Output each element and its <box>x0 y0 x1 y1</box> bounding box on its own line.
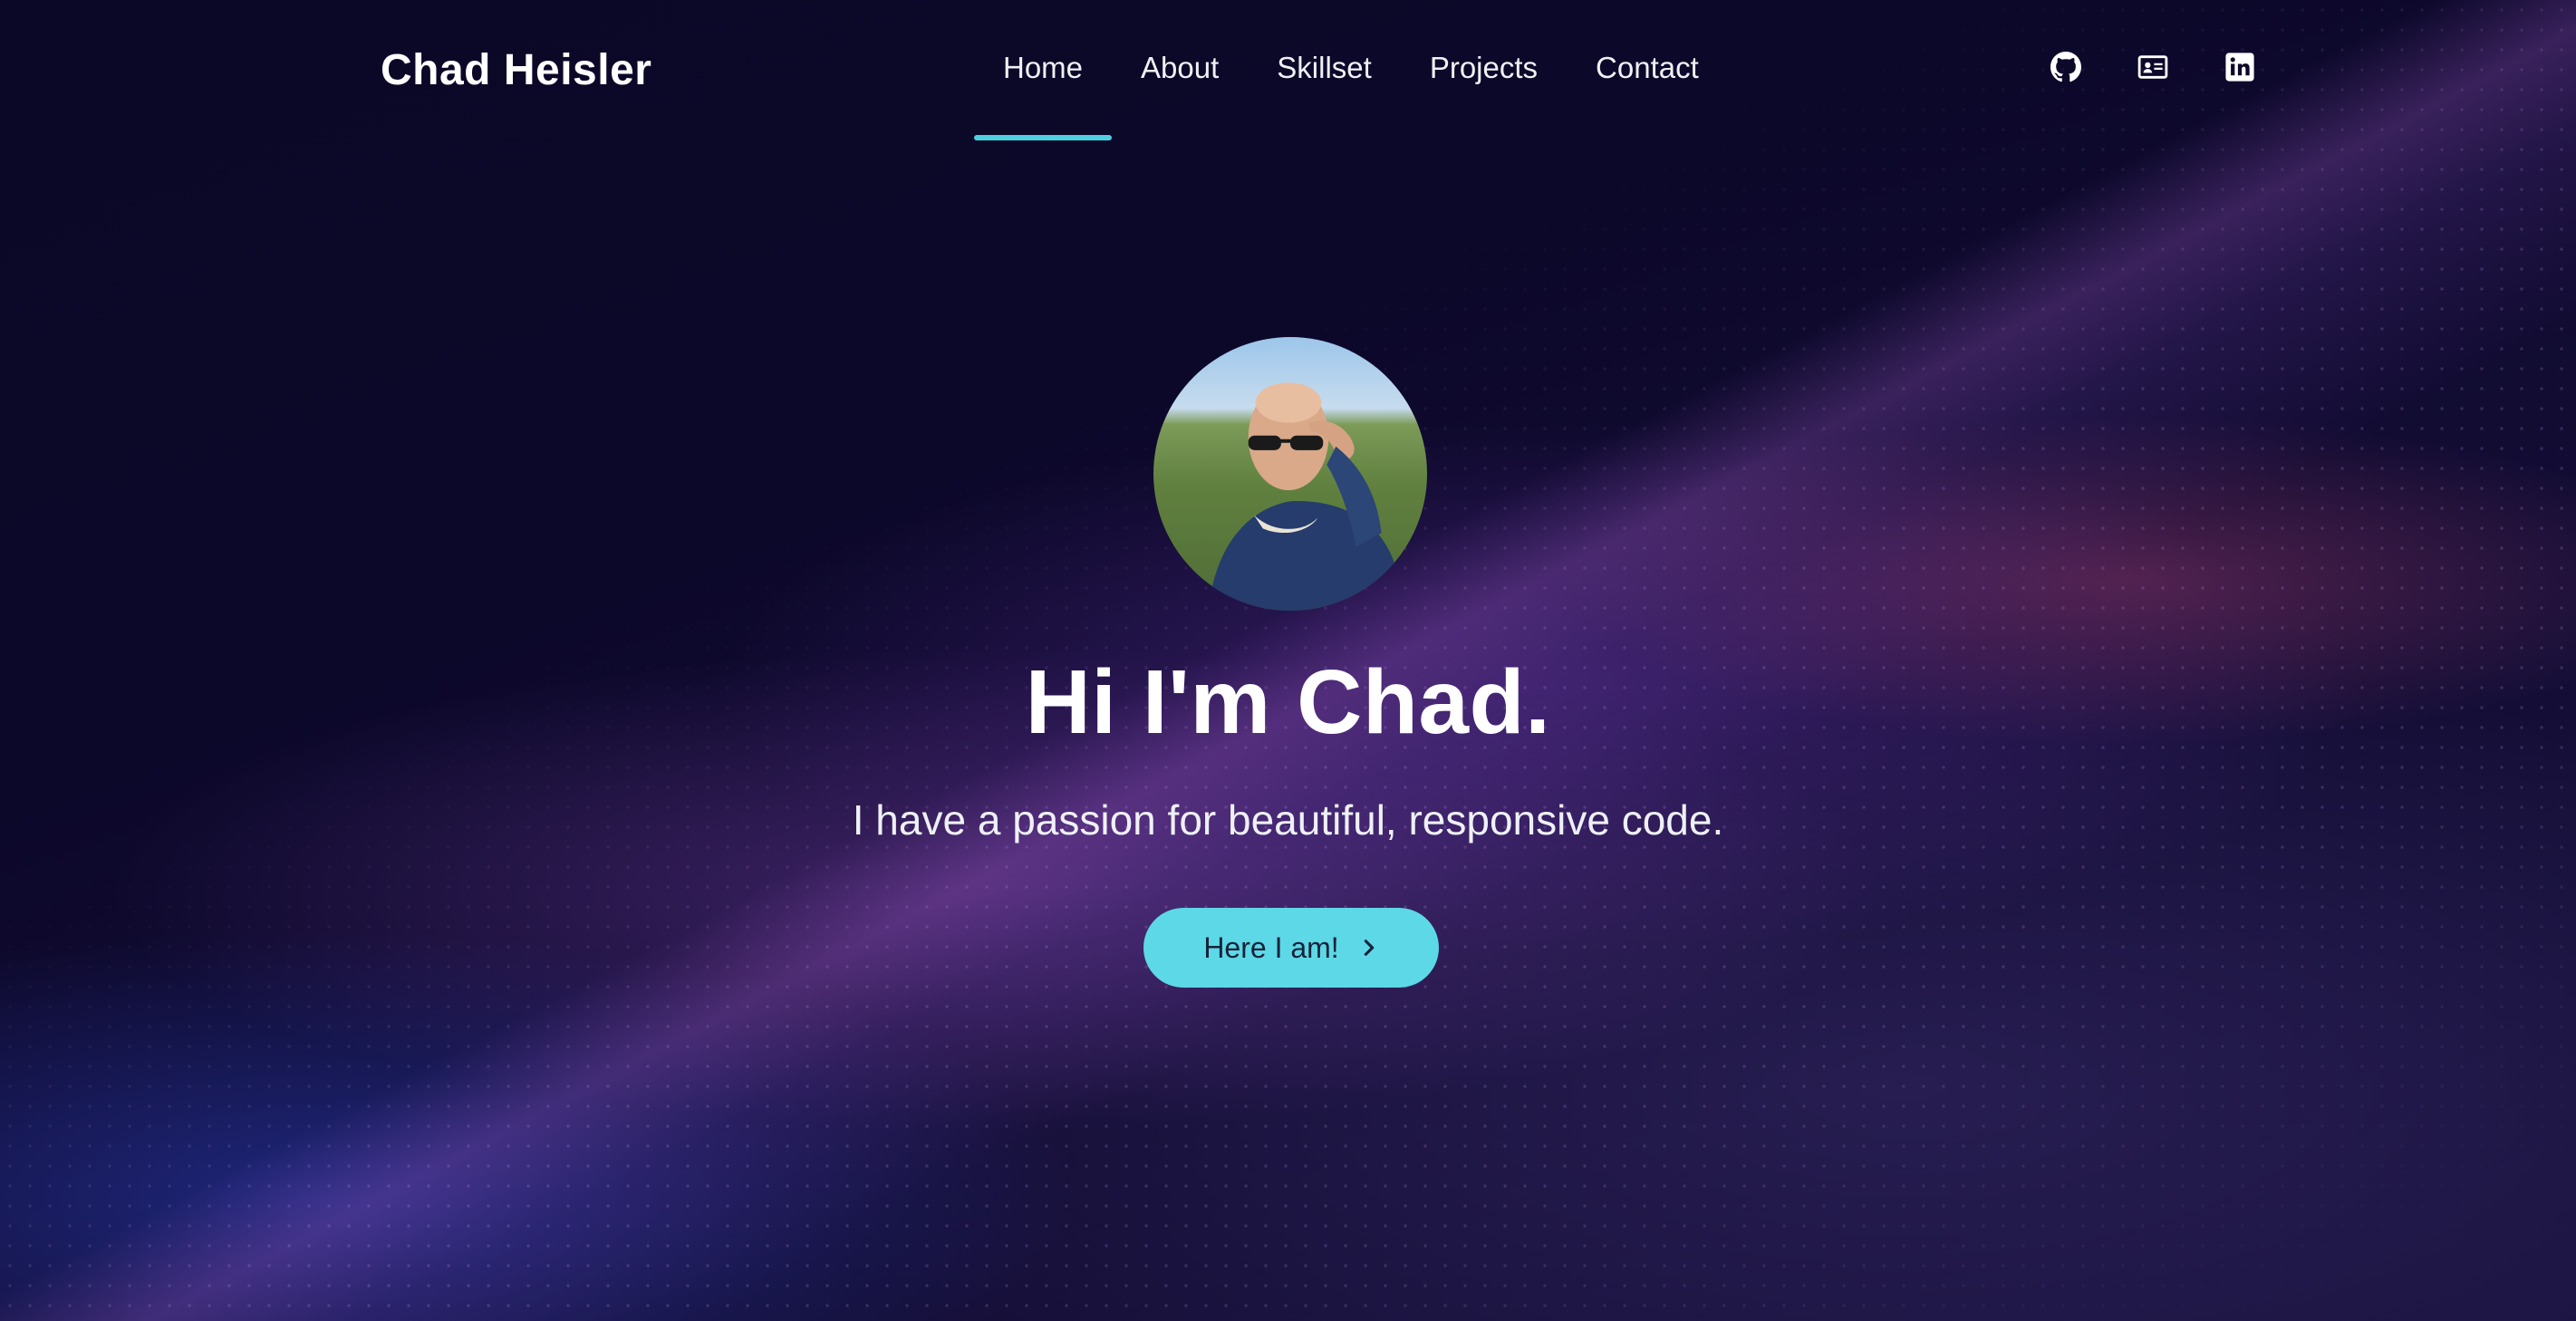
social-links <box>2050 51 2256 83</box>
brand-name[interactable]: Chad Heisler <box>381 45 651 95</box>
main-nav: Home About Skillset Projects Contact <box>974 51 1728 141</box>
nav-item-contact[interactable]: Contact <box>1567 51 1728 141</box>
nav-item-home[interactable]: Home <box>974 51 1113 141</box>
nav-item-projects[interactable]: Projects <box>1401 51 1567 141</box>
nav-item-about[interactable]: About <box>1112 51 1248 141</box>
cta-label: Here I am! <box>1203 930 1339 964</box>
contact-card-icon[interactable] <box>2137 51 2169 83</box>
nav-item-skillset[interactable]: Skillset <box>1248 51 1401 141</box>
linkedin-icon[interactable] <box>2224 51 2256 83</box>
profile-photo <box>1153 337 1427 611</box>
hero-headline: Hi I'm Chad. <box>1025 651 1551 753</box>
github-icon[interactable] <box>2050 51 2082 83</box>
chevron-right-icon <box>1364 940 1374 956</box>
hero-tagline: I have a passion for beautiful, responsi… <box>852 796 1724 844</box>
here-i-am-button[interactable]: Here I am! <box>1143 908 1439 988</box>
